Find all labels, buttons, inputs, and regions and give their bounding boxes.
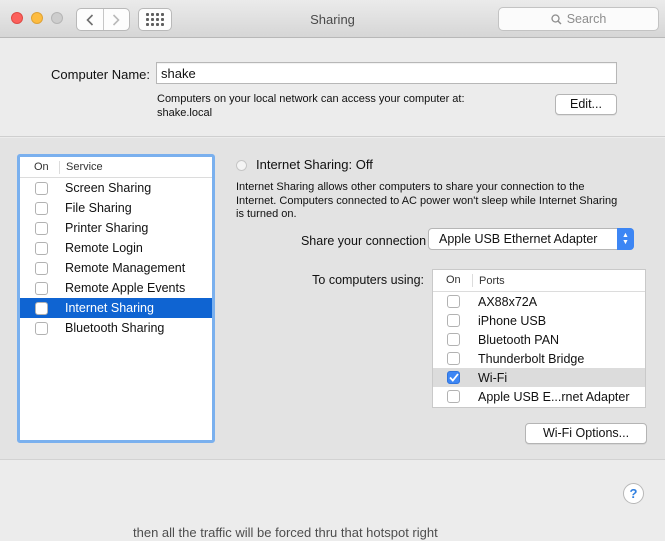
service-row[interactable]: Remote Management	[20, 258, 212, 278]
computer-name-input[interactable]: shake	[156, 62, 617, 84]
port-checkbox[interactable]	[447, 314, 460, 327]
service-label: Screen Sharing	[65, 181, 152, 195]
services-list: On Service Screen Sharing File Sharing Pri…	[17, 154, 215, 443]
port-label: Wi-Fi	[478, 370, 508, 385]
service-row[interactable]: Printer Sharing	[20, 218, 212, 238]
port-checkbox[interactable]	[447, 352, 460, 365]
service-label: File Sharing	[65, 201, 132, 215]
service-checkbox[interactable]	[35, 261, 48, 275]
service-column-header[interactable]: Service	[60, 161, 103, 173]
internet-sharing-status: Internet Sharing: Off	[256, 157, 373, 172]
service-label: Printer Sharing	[65, 221, 149, 235]
port-label: Apple USB E...rnet Adapter	[478, 389, 630, 404]
service-label: Bluetooth Sharing	[65, 321, 165, 335]
port-checkbox[interactable]	[447, 371, 460, 384]
service-checkbox[interactable]	[35, 301, 48, 315]
computer-name-label: Computer Name:	[51, 67, 150, 82]
service-checkbox[interactable]	[35, 181, 48, 195]
status-indicator-icon	[236, 160, 247, 171]
search-icon	[551, 13, 562, 24]
search-placeholder: Search	[566, 12, 607, 26]
port-row[interactable]: Apple USB E...rnet Adapter	[433, 387, 645, 406]
local-hostname: shake.local	[157, 107, 213, 119]
service-label: Internet Sharing	[65, 301, 154, 315]
service-label: Remote Apple Events	[65, 281, 186, 295]
service-row[interactable]: Screen Sharing	[20, 178, 212, 198]
service-checkbox[interactable]	[35, 221, 48, 235]
service-label: Remote Login	[65, 241, 143, 255]
service-row[interactable]: File Sharing	[20, 198, 212, 218]
ports-on-column-header[interactable]: On	[433, 274, 473, 287]
ports-list: On Ports AX88x72A iPhone USB Bluetooth PAN…	[432, 269, 646, 408]
port-checkbox[interactable]	[447, 390, 460, 403]
service-row[interactable]: Remote Login	[20, 238, 212, 258]
service-row[interactable]: Bluetooth Sharing	[20, 318, 212, 338]
port-row[interactable]: AX88x72A	[433, 292, 645, 311]
edit-hostname-button[interactable]: Edit...	[555, 94, 617, 115]
port-checkbox[interactable]	[447, 333, 460, 346]
help-button[interactable]: ?	[623, 483, 644, 504]
port-row[interactable]: iPhone USB	[433, 311, 645, 330]
port-label: Thunderbolt Bridge	[478, 351, 585, 366]
updown-arrows-icon: ▲ ▼	[617, 228, 634, 250]
port-label: AX88x72A	[478, 294, 538, 309]
internet-sharing-pane: Internet Sharing: Off Internet Sharing a…	[236, 138, 647, 460]
service-checkbox[interactable]	[35, 241, 48, 255]
service-row[interactable]: Internet Sharing	[20, 298, 212, 318]
computer-name-section: Computer Name: shake Computers on your l…	[0, 39, 665, 137]
computer-address-info: Computers on your local network can acce…	[157, 92, 517, 120]
checkmark-icon	[448, 373, 459, 382]
port-row[interactable]: Thunderbolt Bridge	[433, 349, 645, 368]
port-row[interactable]: Bluetooth PAN	[433, 330, 645, 349]
share-from-value: Apple USB Ethernet Adapter	[439, 232, 598, 246]
on-column-header[interactable]: On	[20, 160, 60, 174]
sharing-window: Sharing Search Computer Name: shake Comp…	[0, 0, 665, 541]
port-row[interactable]: Wi-Fi	[433, 368, 645, 387]
ports-column-header[interactable]: Ports	[473, 275, 505, 287]
ports-list-header: On Ports	[433, 270, 645, 292]
background-caption-text: then all the traffic will be forced thru…	[133, 525, 438, 540]
port-checkbox[interactable]	[447, 295, 460, 308]
wifi-options-button[interactable]: Wi-Fi Options...	[525, 423, 647, 444]
ports-rows: AX88x72A iPhone USB Bluetooth PAN Thunderbo…	[433, 292, 645, 406]
service-checkbox[interactable]	[35, 201, 48, 215]
service-checkbox[interactable]	[35, 281, 48, 295]
services-list-header: On Service	[20, 157, 212, 178]
to-computers-label: To computers using:	[312, 273, 424, 287]
services-rows: Screen Sharing File Sharing Printer Sharin…	[20, 178, 212, 338]
port-label: iPhone USB	[478, 313, 547, 328]
address-info-text: Computers on your local network can acce…	[157, 93, 465, 105]
sharing-settings-section: On Service Screen Sharing File Sharing Pri…	[0, 138, 665, 460]
service-row[interactable]: Remote Apple Events	[20, 278, 212, 298]
title-bar: Sharing Search	[0, 0, 665, 38]
share-from-select[interactable]: Apple USB Ethernet Adapter ▲ ▼	[428, 228, 634, 250]
service-checkbox[interactable]	[35, 321, 48, 335]
port-label: Bluetooth PAN	[478, 332, 560, 347]
search-field[interactable]: Search	[498, 7, 659, 31]
service-label: Remote Management	[65, 261, 186, 275]
internet-sharing-description: Internet Sharing allows other computers …	[236, 181, 618, 220]
